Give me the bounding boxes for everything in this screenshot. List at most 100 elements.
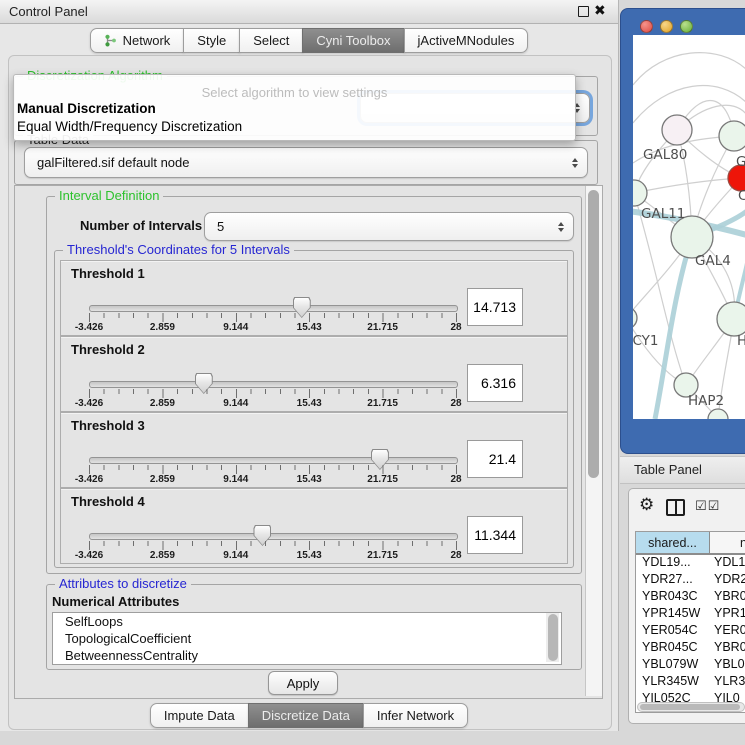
column-header-name[interactable]: n bbox=[710, 532, 745, 555]
float-window-icon[interactable] bbox=[578, 6, 589, 17]
tab-cyni-toolbox[interactable]: Cyni Toolbox bbox=[302, 28, 404, 53]
tab-impute-data[interactable]: Impute Data bbox=[150, 703, 249, 728]
num-intervals-label: Number of Intervals bbox=[80, 218, 202, 233]
threshold-1-panel: Threshold 1 -3.426 2.859 9.144 15.43 21.… bbox=[60, 260, 568, 336]
attributes-scrollbar-thumb[interactable] bbox=[548, 614, 558, 661]
node-label-hap2: HAP2 bbox=[688, 393, 724, 409]
slider-scale: -3.426 2.859 9.144 15.43 21.715 28 bbox=[89, 474, 456, 486]
list-item[interactable]: BetweennessCentrality bbox=[53, 647, 561, 664]
tab-network[interactable]: Network bbox=[90, 28, 185, 53]
combo-stepper-icon bbox=[558, 222, 564, 232]
threshold-1-value-field[interactable]: 14.713 bbox=[467, 288, 523, 326]
node-gal11 bbox=[633, 180, 647, 206]
threshold-label: Threshold 3 bbox=[71, 418, 145, 433]
threshold-1-slider[interactable] bbox=[89, 305, 458, 312]
network-icon bbox=[104, 34, 117, 47]
threshold-4-panel: Threshold 4 -3.426 2.859 9.144 15.43 21.… bbox=[60, 488, 568, 564]
list-item[interactable]: TopologicalCoefficient bbox=[53, 630, 561, 647]
attributes-list: SelfLoops TopologicalCoefficient Between… bbox=[52, 612, 562, 665]
threshold-2-panel: Threshold 2 -3.426 2.859 9.144 15.43 21.… bbox=[60, 336, 568, 412]
num-intervals-combobox[interactable]: 5 bbox=[204, 212, 574, 241]
apply-button[interactable]: Apply bbox=[268, 671, 338, 695]
table-row[interactable]: YDL19...YDL1 bbox=[636, 555, 745, 572]
tab-style[interactable]: Style bbox=[183, 28, 240, 53]
node-label-h: H bbox=[737, 333, 745, 349]
horizontal-scrollbar[interactable] bbox=[637, 702, 745, 712]
threshold-4-slider[interactable] bbox=[89, 533, 458, 540]
table-row[interactable]: YPR145WYPR1 bbox=[636, 606, 745, 623]
threshold-2-slider[interactable] bbox=[89, 381, 458, 388]
bottom-tab-bar: Impute Data Discretize Data Infer Networ… bbox=[8, 703, 610, 728]
node-label-gal80: GAL80 bbox=[643, 147, 687, 163]
threshold-3-slider[interactable] bbox=[89, 457, 458, 464]
vertical-scrollbar-thumb[interactable] bbox=[588, 190, 599, 478]
network-graph: GAL80 G C GAL11 GAL4 GCY1 H HAP2 bbox=[633, 35, 745, 419]
app-root: Control Panel ✖ Network Style Select Cyn… bbox=[0, 0, 745, 745]
threshold-4-value-field[interactable]: 11.344 bbox=[467, 516, 523, 554]
node-gcy1 bbox=[633, 307, 637, 329]
threshold-3-panel: Threshold 3 -3.426 2.859 9.144 15.43 21.… bbox=[60, 412, 568, 488]
dropdown-hint: Select algorithm to view settings bbox=[14, 85, 575, 100]
tab-jactivemnodules[interactable]: jActiveMNodules bbox=[404, 28, 529, 53]
control-panel: Control Panel ✖ Network Style Select Cyn… bbox=[0, 0, 619, 731]
algorithm-dropdown-popup: Select algorithm to view settings Manual… bbox=[13, 74, 576, 141]
node-h-partial bbox=[717, 302, 745, 336]
table-row[interactable]: YBL079WYBL0 bbox=[636, 657, 745, 674]
table-row[interactable]: YDR27...YDR2 bbox=[636, 572, 745, 589]
close-icon[interactable]: ✖ bbox=[594, 2, 606, 19]
node-label-g: G bbox=[736, 154, 745, 170]
table-row[interactable]: YBR045CYBR0 bbox=[636, 640, 745, 657]
slider-scale: -3.426 2.859 9.144 15.43 21.715 28 bbox=[89, 322, 456, 334]
table-panel-titlebar: Table Panel bbox=[620, 456, 745, 484]
table-row[interactable]: YLR345WYLR3 bbox=[636, 674, 745, 691]
top-tab-bar: Network Style Select Cyni Toolbox jActiv… bbox=[0, 28, 618, 53]
numerical-attributes-label: Numerical Attributes bbox=[52, 594, 179, 609]
node-label-gcy1: GCY1 bbox=[633, 333, 659, 349]
column-header-shared-name[interactable]: shared... bbox=[636, 532, 710, 555]
column-layout-icon[interactable] bbox=[666, 499, 685, 516]
control-panel-titlebar: Control Panel ✖ bbox=[0, 0, 618, 24]
interval-definition-title: Interval Definition bbox=[55, 189, 163, 203]
node-g-partial bbox=[719, 121, 745, 151]
tab-infer-network[interactable]: Infer Network bbox=[363, 703, 468, 728]
horizontal-scrollbar-thumb[interactable] bbox=[640, 704, 740, 710]
dropdown-option-equal-width-frequency[interactable]: Equal Width/Frequency Discretization bbox=[17, 119, 242, 134]
attributes-group-title: Attributes to discretize bbox=[55, 577, 191, 591]
close-traffic-light-icon[interactable] bbox=[640, 20, 653, 33]
gear-icon[interactable]: ⚙ bbox=[639, 495, 654, 515]
dropdown-option-manual-discretization[interactable]: Manual Discretization bbox=[17, 101, 156, 116]
select-columns-icon[interactable]: ☑☑ bbox=[695, 498, 720, 514]
slider-scale: -3.426 2.859 9.144 15.43 21.715 28 bbox=[89, 398, 456, 410]
node-label-gal4: GAL4 bbox=[695, 253, 731, 269]
node-attribute-table: shared... n YDL19...YDL1 YDR27...YDR2 YB… bbox=[635, 531, 745, 713]
thresholds-group-title: Threshold's Coordinates for 5 Intervals bbox=[63, 243, 294, 257]
threshold-label: Threshold 1 bbox=[71, 266, 145, 281]
list-item[interactable]: SelfLoops bbox=[53, 613, 561, 630]
table-data-value: galFiltered.sif default node bbox=[37, 148, 189, 177]
threshold-label: Threshold 2 bbox=[71, 342, 145, 357]
table-row[interactable]: YIL052CYIL0 bbox=[636, 691, 745, 702]
table-data-combobox[interactable]: galFiltered.sif default node bbox=[24, 147, 588, 178]
tab-select[interactable]: Select bbox=[239, 28, 303, 53]
node-gal80 bbox=[662, 115, 692, 145]
panel-title: Control Panel bbox=[9, 4, 88, 19]
combo-stepper-icon bbox=[572, 158, 578, 168]
table-panel-title: Table Panel bbox=[634, 462, 702, 477]
node-label-c: C bbox=[738, 188, 745, 204]
table-rows: YDL19...YDL1 YDR27...YDR2 YBR043CYBR0 YP… bbox=[636, 555, 745, 702]
num-intervals-value: 5 bbox=[217, 213, 224, 240]
threshold-2-value-field[interactable]: 6.316 bbox=[467, 364, 523, 402]
minimize-traffic-light-icon[interactable] bbox=[660, 20, 673, 33]
node-label-gal11: GAL11 bbox=[641, 206, 685, 222]
zoom-traffic-light-icon[interactable] bbox=[680, 20, 693, 33]
table-row[interactable]: YER054CYER0 bbox=[636, 623, 745, 640]
table-panel-window: ⚙ ☑☑ shared... n YDL19...YDL1 YDR27...YD… bbox=[628, 488, 745, 724]
table-row[interactable]: YBR043CYBR0 bbox=[636, 589, 745, 606]
node-gal4 bbox=[671, 216, 713, 258]
tab-label: Network bbox=[123, 33, 171, 48]
slider-scale: -3.426 2.859 9.144 15.43 21.715 28 bbox=[89, 550, 456, 562]
threshold-3-value-field[interactable]: 21.4 bbox=[467, 440, 523, 478]
network-canvas[interactable]: GAL80 G C GAL11 GAL4 GCY1 H HAP2 bbox=[633, 35, 745, 419]
tab-discretize-data[interactable]: Discretize Data bbox=[248, 703, 364, 728]
threshold-label: Threshold 4 bbox=[71, 494, 145, 509]
